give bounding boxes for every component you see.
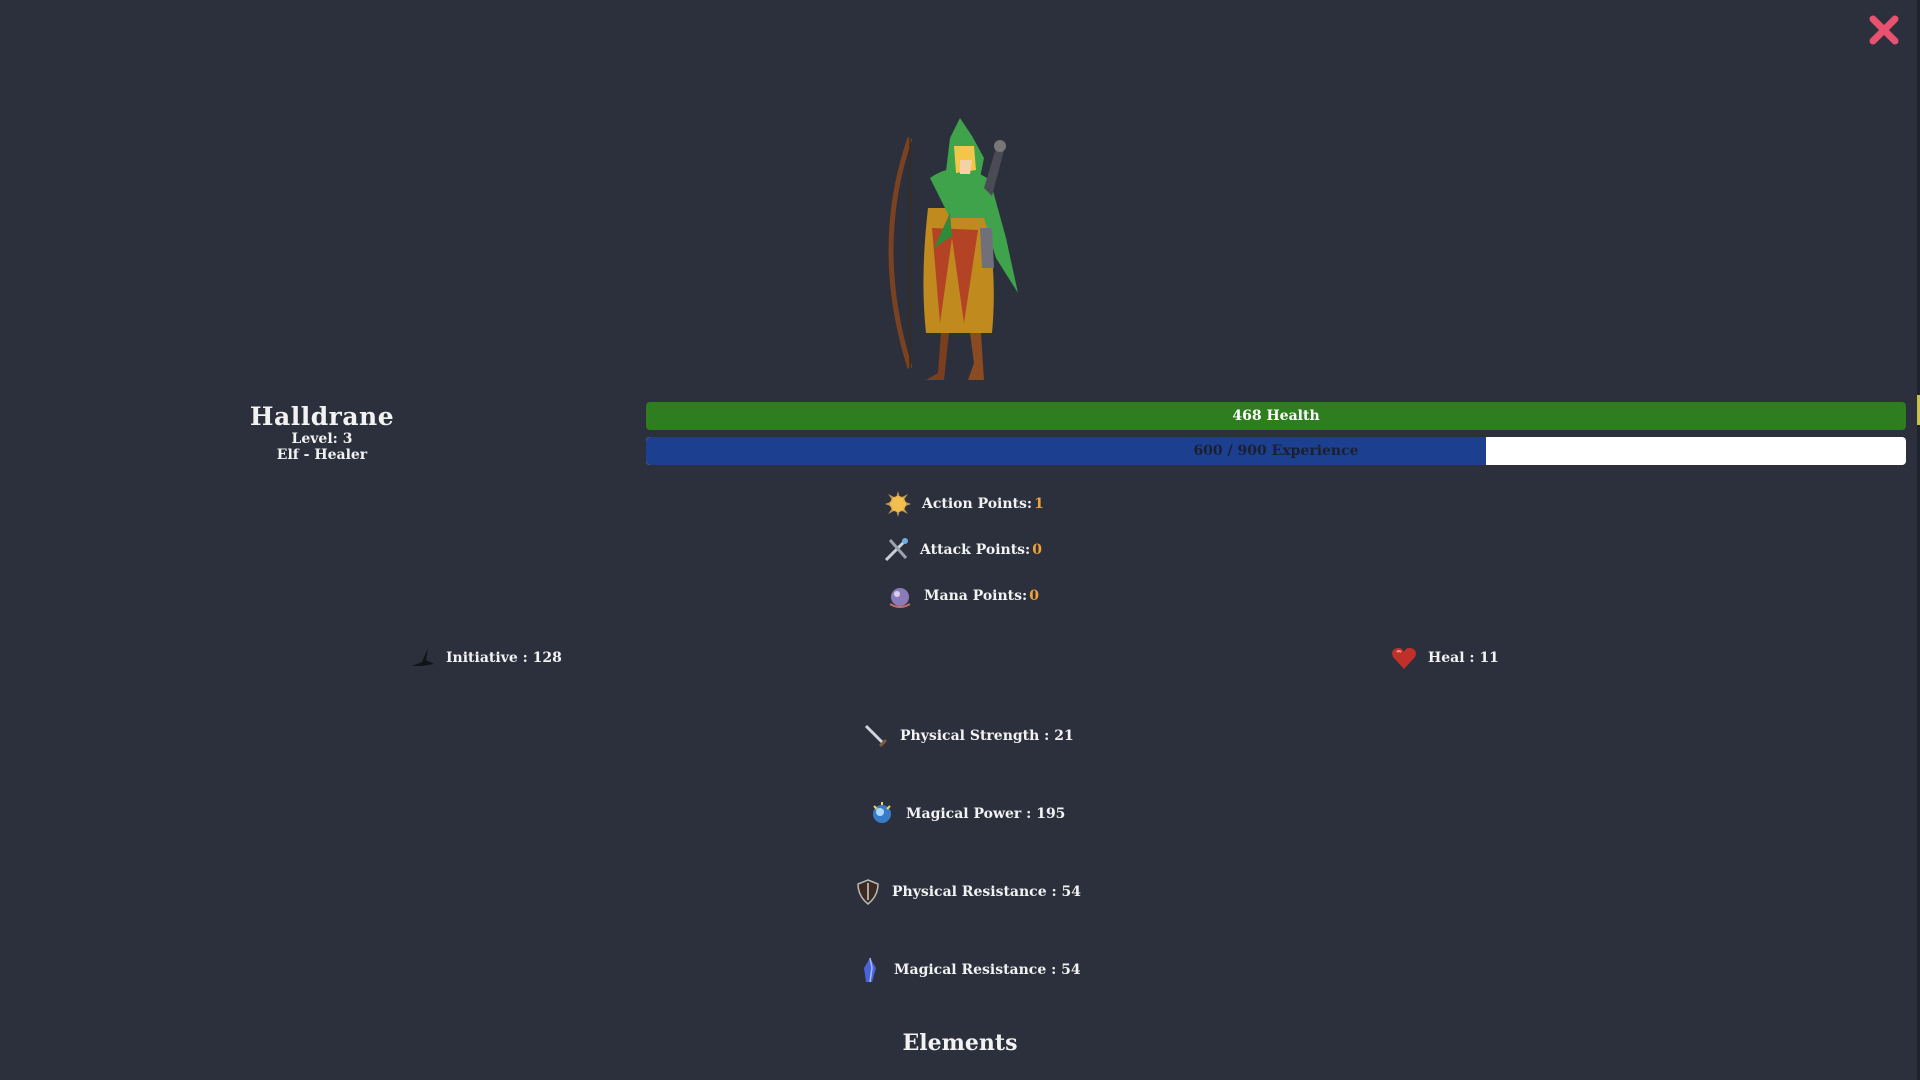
action-points-label: Action Points: — [922, 496, 1033, 512]
heart-icon — [1390, 644, 1418, 672]
character-name: Halldrane — [249, 402, 395, 431]
magical-resistance-row: Magical Resistance : 54 — [856, 956, 1081, 984]
experience-text: 600 / 900 Experience — [1193, 443, 1359, 459]
mana-orb-icon — [886, 582, 914, 610]
physical-strength-text: Physical Strength : 21 — [900, 728, 1074, 744]
character-race-class: Elf - Healer — [276, 447, 368, 463]
heal-text: Heal : 11 — [1428, 650, 1499, 666]
action-points-value: 1 — [1034, 496, 1044, 512]
magic-orb-icon — [868, 800, 896, 828]
close-button[interactable] — [1864, 10, 1904, 50]
attack-points-value: 0 — [1032, 542, 1042, 558]
character-level: Level: 3 — [291, 431, 353, 447]
magical-resistance-text: Magical Resistance : 54 — [894, 962, 1081, 978]
sword-icon — [862, 722, 890, 750]
physical-strength-row: Physical Strength : 21 — [862, 722, 1074, 750]
mana-points-value: 0 — [1029, 588, 1039, 604]
magical-power-text: Magical Power : 195 — [906, 806, 1066, 822]
crossed-swords-icon — [882, 536, 910, 564]
heal-row: Heal : 11 — [1390, 644, 1499, 672]
character-portrait — [880, 118, 1030, 383]
health-text: 468 Health — [1232, 408, 1320, 424]
mana-points-row: Mana Points: 0 — [886, 582, 1039, 610]
health-bar: 468 Health — [646, 402, 1906, 430]
attack-points-label: Attack Points: — [920, 542, 1031, 558]
mana-points-label: Mana Points: — [924, 588, 1028, 604]
initiative-row: Initiative : 128 — [408, 644, 562, 672]
experience-bar: 600 / 900 Experience — [646, 437, 1906, 465]
burst-icon — [884, 490, 912, 518]
physical-resistance-row: Physical Resistance : 54 — [854, 878, 1081, 906]
action-points-row: Action Points: 1 — [884, 490, 1044, 518]
magical-power-row: Magical Power : 195 — [868, 800, 1065, 828]
close-icon — [1869, 15, 1899, 45]
shield-icon — [854, 878, 882, 906]
elements-section-title: Elements — [902, 1030, 1018, 1056]
initiative-text: Initiative : 128 — [446, 650, 562, 666]
physical-resistance-text: Physical Resistance : 54 — [892, 884, 1081, 900]
attack-points-row: Attack Points: 0 — [882, 536, 1042, 564]
character-identity: Halldrane Level: 3 Elf - Healer — [222, 402, 422, 463]
crystal-icon — [856, 956, 884, 984]
bird-icon — [408, 644, 436, 672]
